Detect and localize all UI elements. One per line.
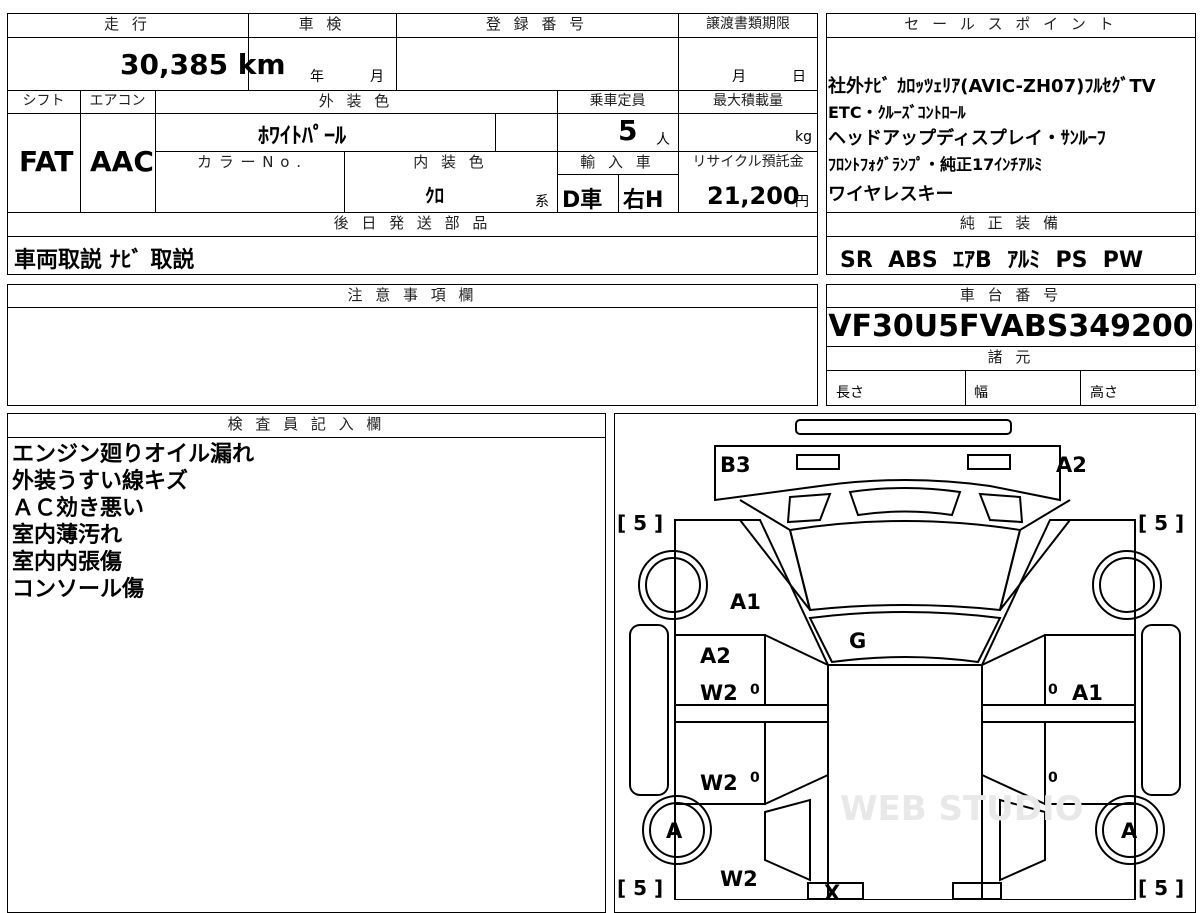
specs-header: 諸 元 xyxy=(987,348,1035,366)
mark-w2-left-3: W2 xyxy=(720,867,758,891)
shift-header: シフト xyxy=(22,93,65,109)
aircon-header: エアコン xyxy=(89,93,146,109)
exterior-color-value: ﾎﾜｲﾄﾊﾟｰﾙ xyxy=(258,124,347,149)
shift-value: FAT xyxy=(19,145,74,178)
deadline-month-unit: 月 xyxy=(732,69,746,85)
inspection-month-unit: 月 xyxy=(370,69,384,85)
recycle-header: リサイクル預託金 xyxy=(692,154,804,170)
deadline-day-unit: 日 xyxy=(792,69,806,85)
watermark: WEB STUDIO xyxy=(840,789,1084,829)
later-parts-value: 車両取説 ﾅﾋﾞ 取説 xyxy=(14,248,195,273)
sales-point-line: ワイヤレスキー xyxy=(828,184,954,205)
mark-g-roof: G xyxy=(849,629,866,653)
mark-a-left-wheel: A xyxy=(666,819,683,843)
inspection-year-unit: 年 xyxy=(310,69,324,85)
recycle-unit: 円 xyxy=(795,194,809,210)
standard-equipment-value: SR ABS ｴｱB ｱﾙﾐ PS PW xyxy=(840,248,1144,273)
car-damage-diagram: B3 A2 A1 G A2 W2 W2 W2 A1 A A X 0 0 0 0 … xyxy=(617,419,1184,900)
import-drive: D車 xyxy=(562,188,603,213)
inspection-header: 車 検 xyxy=(298,15,346,33)
import-header: 輸 入 車 xyxy=(580,153,655,171)
later-parts-header: 後 日 発 送 部 品 xyxy=(333,214,492,232)
mark-zero: 0 xyxy=(1048,682,1058,698)
capacity-value: 5 xyxy=(618,114,638,147)
inspector-line: 室内薄汚れ xyxy=(12,523,123,548)
capacity-header: 乗車定員 xyxy=(589,93,646,109)
chassis-header: 車 台 番 号 xyxy=(959,286,1063,304)
color-no-header: カ ラ ー N o . xyxy=(196,153,302,171)
mark-a1-hood: A1 xyxy=(730,590,761,614)
import-handle: 右H xyxy=(623,188,664,213)
aircon-value: AAC xyxy=(90,145,154,178)
capacity-unit: 人 xyxy=(656,132,670,148)
interior-color-suffix: 系 xyxy=(535,194,549,210)
inspector-header: 検 査 員 記 入 欄 xyxy=(227,415,386,433)
inspector-line: エンジン廻りオイル漏れ xyxy=(12,442,255,467)
sales-point-line: ﾌﾛﾝﾄﾌｫｸﾞﾗﾝﾌﾟ・純正17ｲﾝﾁｱﾙﾐ xyxy=(828,155,1043,174)
tread-front-right: [ 5 ] xyxy=(1138,511,1184,535)
inspector-line: ＡＣ効き悪い xyxy=(12,496,145,521)
mark-w2-left-2: W2 xyxy=(700,771,738,795)
mark-w2-left-1: W2 xyxy=(700,681,738,705)
mark-a2-left: A2 xyxy=(700,644,731,668)
interior-color-header: 内 装 色 xyxy=(413,153,488,171)
spec-width: 幅 xyxy=(974,385,988,401)
exterior-color-header: 外 装 色 xyxy=(318,92,394,110)
mark-zero: 0 xyxy=(750,770,760,786)
sales-points-header: セ ー ル ス ポ イ ン ト xyxy=(904,15,1118,33)
inspector-line: 室内内張傷 xyxy=(12,550,123,575)
transfer-deadline-header: 譲渡書類期限 xyxy=(706,16,790,32)
interior-color-value: ｸﾛ xyxy=(425,185,445,207)
registration-header: 登 録 番 号 xyxy=(485,15,589,33)
mark-x-rear: X xyxy=(824,881,840,900)
spec-length: 長さ xyxy=(836,385,864,401)
inspector-line: コンソール傷 xyxy=(12,577,145,602)
sales-point-line: ETC・ｸﾙｰｽﾞｺﾝﾄﾛｰﾙ xyxy=(828,103,966,122)
spec-height: 高さ xyxy=(1090,385,1118,401)
inspector-line: 外装うすい線キズ xyxy=(12,469,189,494)
notes-header: 注 意 事 項 欄 xyxy=(347,286,478,304)
tread-rear-left: [ 5 ] xyxy=(617,876,663,900)
standard-equipment-header: 純 正 装 備 xyxy=(959,214,1063,232)
recycle-value: 21,200 xyxy=(707,182,800,210)
sales-point-line: 社外ﾅﾋﾞ ｶﾛｯﾂｪﾘｱ(AVIC-ZH07)ﾌﾙｾｸﾞTV xyxy=(828,76,1156,97)
mark-zero: 0 xyxy=(750,682,760,698)
mark-a1-right: A1 xyxy=(1072,681,1103,705)
chassis-number: VF30U5FVABS349200 xyxy=(828,309,1194,344)
max-load-unit: kg xyxy=(795,129,812,145)
mileage-header: 走 行 xyxy=(104,15,151,33)
mark-b3: B3 xyxy=(720,453,751,477)
max-load-header: 最大積載量 xyxy=(713,93,783,109)
mark-a-right-wheel: A xyxy=(1121,819,1138,843)
tread-rear-right: [ 5 ] xyxy=(1138,876,1184,900)
tread-front-left: [ 5 ] xyxy=(617,511,663,535)
mileage-value: 30,385 km xyxy=(120,48,286,81)
mark-zero: 0 xyxy=(1048,770,1058,786)
mark-a2-top: A2 xyxy=(1056,453,1087,477)
sales-point-line: ヘッドアップディスプレイ・ｻﾝﾙｰﾌ xyxy=(828,128,1106,149)
